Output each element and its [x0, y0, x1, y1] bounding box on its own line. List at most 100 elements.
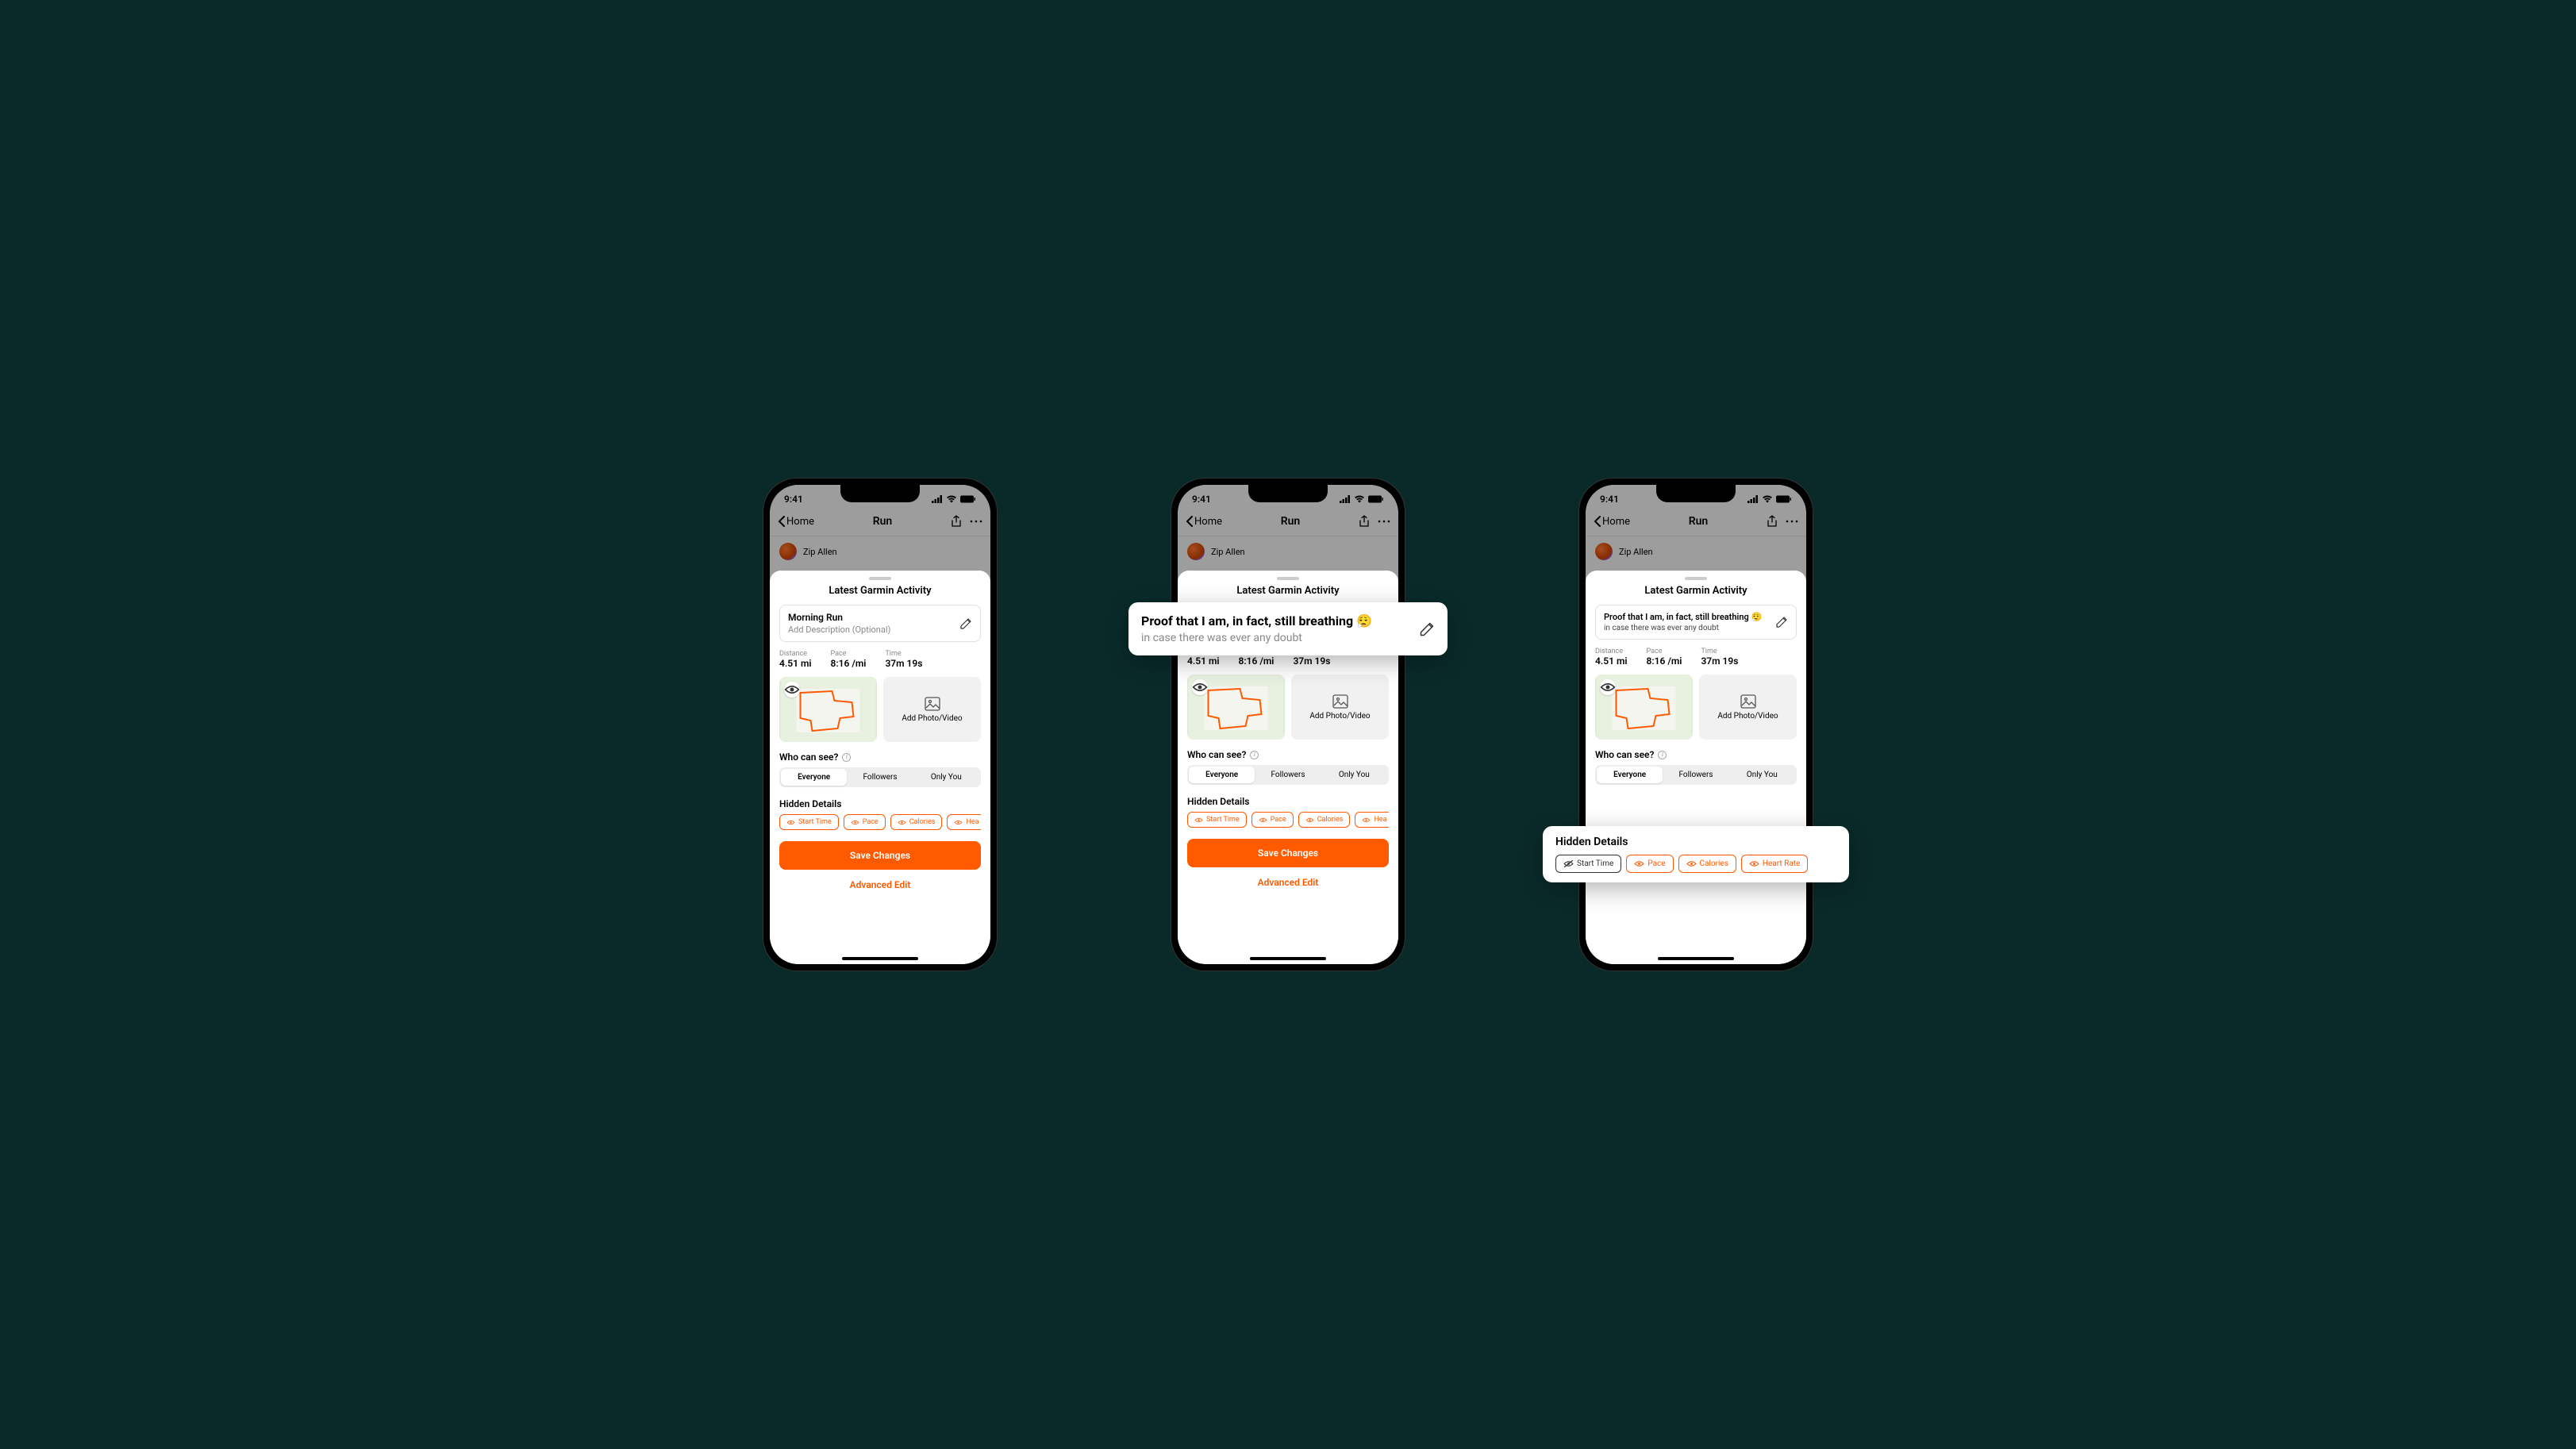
- chip-pace[interactable]: Pace: [1251, 812, 1294, 828]
- seg-everyone[interactable]: Everyone: [1189, 767, 1255, 783]
- eye-icon: [898, 820, 906, 825]
- add-photo-button[interactable]: Add Photo/Video: [1699, 675, 1797, 740]
- notch: [1656, 485, 1736, 502]
- activity-title: Morning Run: [788, 612, 959, 623]
- eye-icon: [1686, 860, 1697, 867]
- info-icon[interactable]: i: [1250, 751, 1259, 759]
- stat-pace: Pace 8:16 /mi: [831, 650, 867, 669]
- chip-start-time[interactable]: Start Time: [779, 814, 839, 830]
- visibility-badge[interactable]: [1192, 679, 1208, 695]
- home-indicator[interactable]: [1658, 957, 1734, 960]
- activity-title: Proof that I am, in fact, still breathin…: [1604, 612, 1775, 622]
- back-button[interactable]: Home: [1594, 516, 1630, 528]
- map-thumbnail[interactable]: [1595, 675, 1693, 740]
- eye-icon: [1259, 817, 1267, 823]
- map-thumbnail[interactable]: [1187, 675, 1285, 740]
- seg-only-you[interactable]: Only You: [1321, 767, 1387, 783]
- title-popout[interactable]: Proof that I am, in fact, still breathin…: [1128, 602, 1448, 655]
- visibility-label: Who can see?i: [1595, 749, 1797, 760]
- status-time: 9:41: [1600, 494, 1619, 505]
- home-indicator[interactable]: [1250, 957, 1326, 960]
- eye-icon: [1362, 817, 1371, 823]
- eye-icon: [1305, 817, 1314, 823]
- save-button[interactable]: Save Changes: [1187, 839, 1389, 867]
- chip-calories[interactable]: Calories: [1678, 855, 1736, 873]
- advanced-edit-link[interactable]: Advanced Edit: [1187, 874, 1389, 891]
- avatar[interactable]: [1187, 543, 1205, 560]
- chip-heart-rate[interactable]: Hea: [1355, 812, 1389, 828]
- nav-title: Run: [873, 515, 893, 528]
- profile-name: Zip Allen: [1619, 547, 1653, 557]
- image-icon: [1740, 694, 1756, 709]
- chip-calories[interactable]: Calories: [1298, 812, 1351, 828]
- avatar[interactable]: [1595, 543, 1613, 560]
- eye-icon: [1194, 817, 1203, 823]
- title-card[interactable]: Morning Run Add Description (Optional): [779, 605, 981, 642]
- eye-icon: [1192, 679, 1208, 695]
- chevron-left-icon: [1594, 516, 1601, 527]
- seg-only-you[interactable]: Only You: [913, 769, 979, 786]
- eye-icon: [786, 820, 795, 825]
- sheet-grabber[interactable]: [1685, 577, 1707, 580]
- cellular-icon: [932, 495, 943, 503]
- title-card[interactable]: Proof that I am, in fact, still breathin…: [1595, 605, 1797, 640]
- seg-followers[interactable]: Followers: [1255, 767, 1321, 783]
- visibility-segmented: Everyone Followers Only You: [1595, 765, 1797, 785]
- add-photo-button[interactable]: Add Photo/Video: [883, 677, 981, 742]
- back-label: Home: [1602, 516, 1630, 528]
- eye-icon: [851, 820, 859, 825]
- activity-description: in case there was ever any doubt: [1604, 624, 1775, 632]
- map-thumbnail[interactable]: [779, 677, 877, 742]
- share-icon[interactable]: [1359, 515, 1370, 528]
- home-indicator[interactable]: [842, 957, 918, 960]
- sheet-grabber[interactable]: [1277, 577, 1299, 580]
- eye-icon: [784, 682, 800, 698]
- more-icon[interactable]: [1786, 517, 1798, 525]
- back-button[interactable]: Home: [778, 516, 814, 528]
- sheet-title: Latest Garmin Activity: [1187, 585, 1389, 597]
- hidden-details-label: Hidden Details: [779, 798, 981, 809]
- back-label: Home: [786, 516, 814, 528]
- wifi-icon: [1354, 495, 1365, 503]
- chip-calories[interactable]: Calories: [890, 814, 943, 830]
- stat-pace: Pace8:16 /mi: [1647, 648, 1682, 667]
- seg-followers[interactable]: Followers: [1663, 767, 1728, 783]
- chip-start-time-off[interactable]: Start Time: [1555, 855, 1621, 873]
- pencil-icon: [1775, 616, 1788, 628]
- avatar[interactable]: [779, 543, 797, 560]
- share-icon[interactable]: [1767, 515, 1778, 528]
- chip-heart-rate[interactable]: Heart Rate: [1741, 855, 1808, 873]
- save-button[interactable]: Save Changes: [779, 841, 981, 870]
- phone-3: 9:41 Home Run Zip: [1579, 479, 1813, 970]
- chip-start-time[interactable]: Start Time: [1187, 812, 1247, 828]
- chip-heart-rate[interactable]: Hea: [947, 814, 981, 830]
- profile-name: Zip Allen: [1211, 547, 1245, 557]
- chip-pace[interactable]: Pace: [844, 814, 886, 830]
- seg-everyone[interactable]: Everyone: [1597, 767, 1663, 783]
- share-icon[interactable]: [951, 515, 962, 528]
- seg-everyone[interactable]: Everyone: [781, 769, 847, 786]
- visibility-badge[interactable]: [1600, 679, 1616, 695]
- battery-icon: [1368, 495, 1384, 503]
- cellular-icon: [1340, 495, 1351, 503]
- visibility-badge[interactable]: [784, 682, 800, 698]
- status-time: 9:41: [784, 494, 803, 505]
- pencil-icon: [959, 617, 972, 630]
- chip-pace[interactable]: Pace: [1626, 855, 1673, 873]
- activity-sheet: Latest Garmin Activity Morning Run Add D…: [770, 571, 990, 964]
- info-icon[interactable]: i: [1658, 751, 1667, 759]
- back-button[interactable]: Home: [1186, 516, 1222, 528]
- seg-followers[interactable]: Followers: [847, 769, 913, 786]
- info-icon[interactable]: i: [842, 753, 851, 762]
- sheet-grabber[interactable]: [869, 577, 891, 580]
- stat-distance: Distance 4.51 mi: [779, 650, 812, 669]
- wifi-icon: [946, 495, 957, 503]
- add-photo-button[interactable]: Add Photo/Video: [1291, 675, 1389, 740]
- more-icon[interactable]: [970, 517, 982, 525]
- more-icon[interactable]: [1378, 517, 1390, 525]
- popout-activity-description: in case there was ever any doubt: [1141, 632, 1372, 644]
- advanced-edit-link[interactable]: Advanced Edit: [779, 876, 981, 894]
- phone-1: 9:41 Home Run Zip: [763, 479, 997, 970]
- seg-only-you[interactable]: Only You: [1729, 767, 1795, 783]
- hidden-details-label: Hidden Details: [1187, 796, 1389, 807]
